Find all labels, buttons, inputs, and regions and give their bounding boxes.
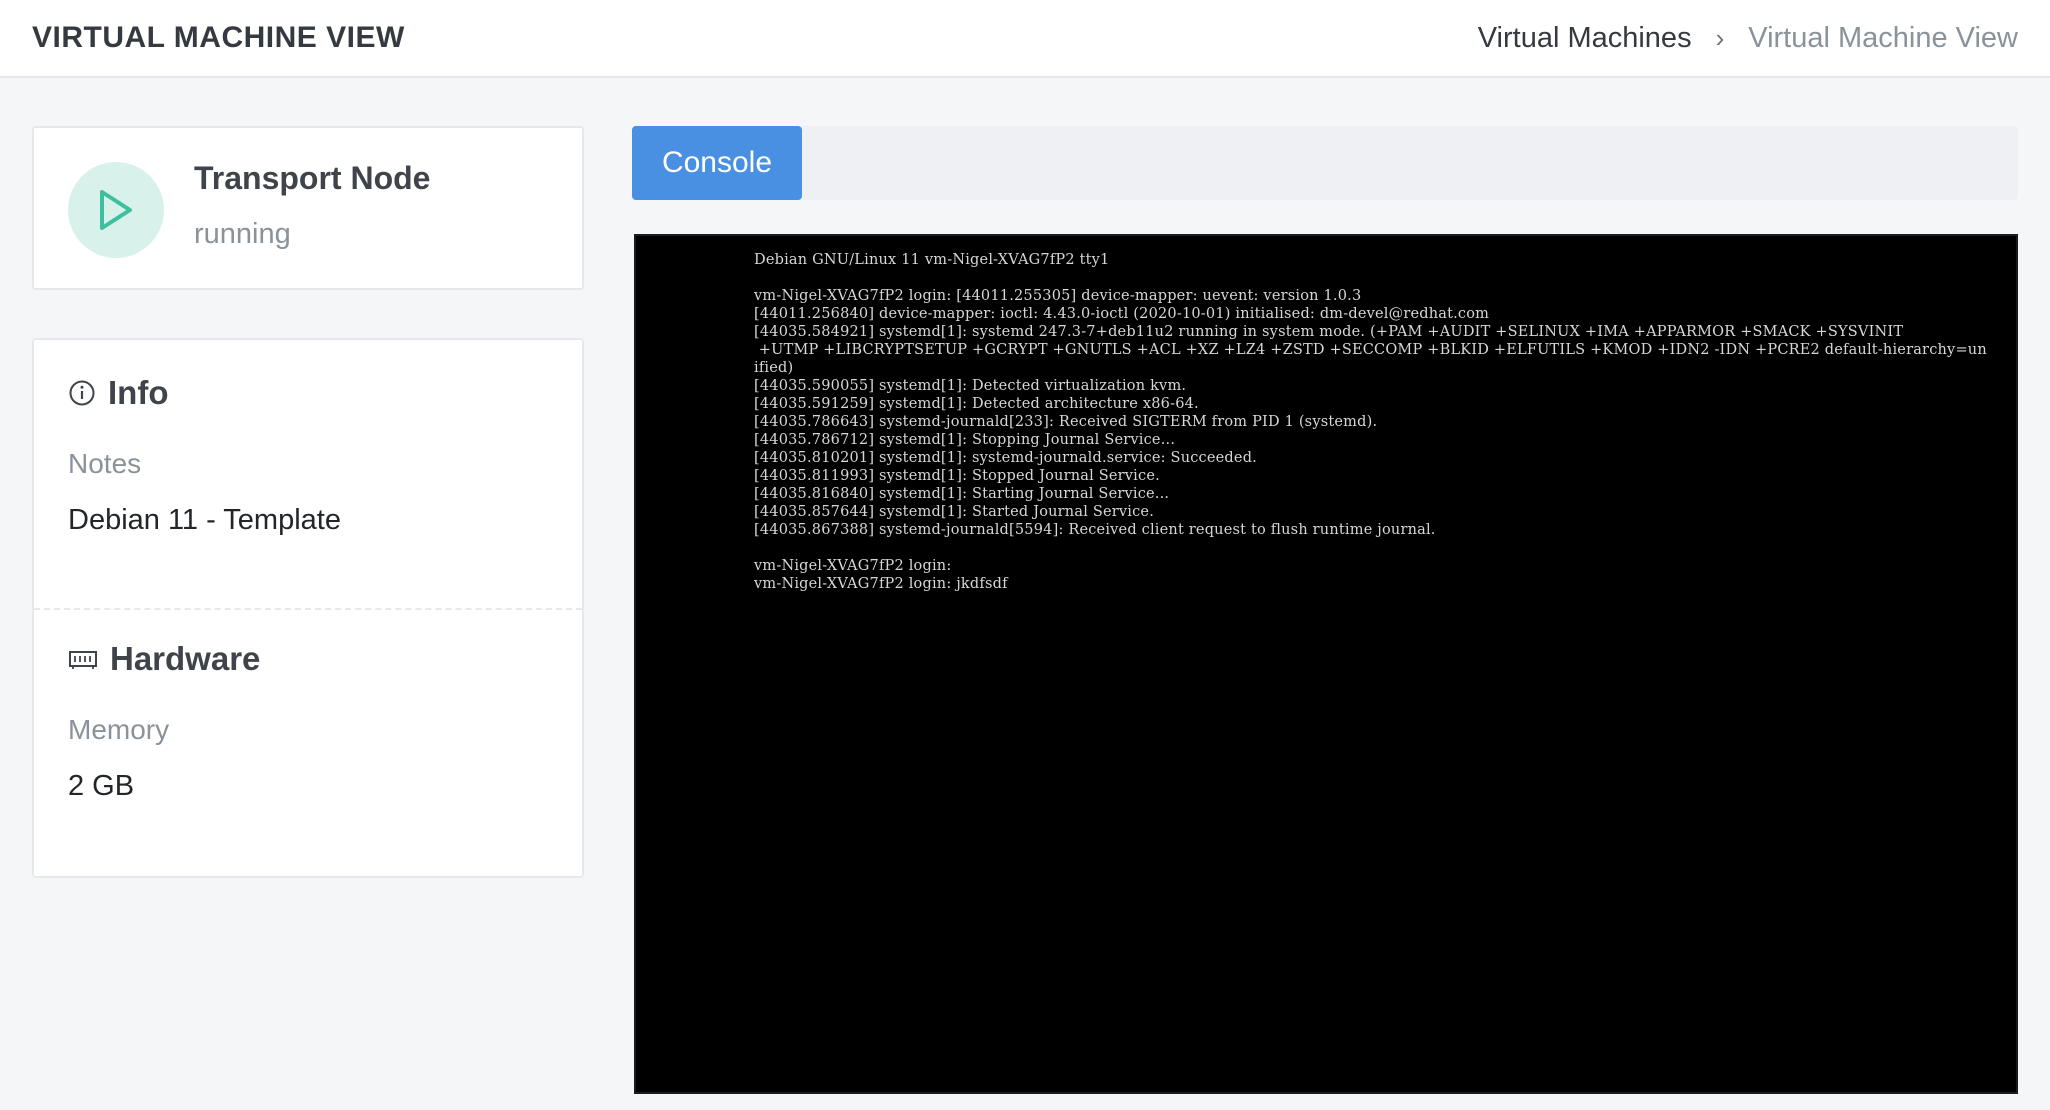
breadcrumb-virtual-machines-link[interactable]: Virtual Machines [1478, 22, 1692, 55]
page-title: VIRTUAL MACHINE VIEW [32, 21, 405, 54]
console-line: [44035.590055] systemd[1]: Detected virt… [754, 378, 1187, 394]
memory-label: Memory [68, 714, 170, 745]
memory-chip-icon [69, 651, 97, 669]
console-line: [44035.867388] systemd-journald[5594]: R… [754, 522, 1436, 538]
console-line: [44035.584921] systemd[1]: systemd 247.3… [754, 324, 1904, 340]
breadcrumb: Virtual Machines › Virtual Machine View [1478, 22, 2018, 55]
notes-label: Notes [68, 448, 142, 479]
tab-bar: Console [632, 126, 2018, 200]
vm-details-card: Info Notes Debian 11 - Template Hardware… [32, 338, 584, 878]
vm-status-card: Transport Node running [32, 126, 584, 290]
vm-status-indicator [68, 162, 164, 258]
chevron-right-icon: › [1715, 22, 1725, 53]
hardware-section-title: Hardware [110, 640, 261, 677]
info-section-header: Info [68, 374, 168, 412]
console-line: ified) [754, 360, 794, 376]
info-icon [69, 380, 95, 406]
vm-status-text: running [194, 218, 291, 250]
vm-console-screen[interactable]: Debian GNU/Linux 11 vm-Nigel-XVAG7fP2 tt… [634, 234, 2018, 1094]
console-line: Debian GNU/Linux 11 vm-Nigel-XVAG7fP2 tt… [754, 252, 1110, 268]
console-line: vm-Nigel-XVAG7fP2 login: jkdfsdf [754, 576, 1008, 592]
console-line: [44035.811993] systemd[1]: Stopped Journ… [754, 468, 1160, 484]
info-section-title: Info [108, 374, 169, 411]
console-line: vm-Nigel-XVAG7fP2 login: [44011.255305] … [754, 288, 1362, 304]
console-line: vm-Nigel-XVAG7fP2 login: [754, 558, 952, 574]
notes-value: Debian 11 - Template [68, 504, 341, 536]
console-line: +UTMP +LIBCRYPTSETUP +GCRYPT +GNUTLS +AC… [754, 342, 1987, 358]
tab-console[interactable]: Console [632, 126, 802, 200]
section-divider [34, 608, 582, 610]
vm-name: Transport Node [194, 160, 431, 196]
console-line: [44035.786712] systemd[1]: Stopping Jour… [754, 432, 1176, 448]
console-line: [44035.857644] systemd[1]: Started Journ… [754, 504, 1155, 520]
breadcrumb-current: Virtual Machine View [1748, 21, 2018, 54]
memory-value: 2 GB [68, 770, 135, 802]
hardware-section-header: Hardware [68, 640, 260, 678]
console-line: [44035.816840] systemd[1]: Starting Jour… [754, 486, 1170, 502]
play-icon [100, 190, 132, 230]
console-line: [44035.786643] systemd-journald[233]: Re… [754, 414, 1378, 430]
console-line: [44035.810201] systemd[1]: systemd-journ… [754, 450, 1257, 466]
top-bar: VIRTUAL MACHINE VIEW Virtual Machines › … [0, 0, 2050, 78]
console-line: [44011.256840] device-mapper: ioctl: 4.4… [754, 306, 1490, 322]
console-line: [44035.591259] systemd[1]: Detected arch… [754, 396, 1199, 412]
